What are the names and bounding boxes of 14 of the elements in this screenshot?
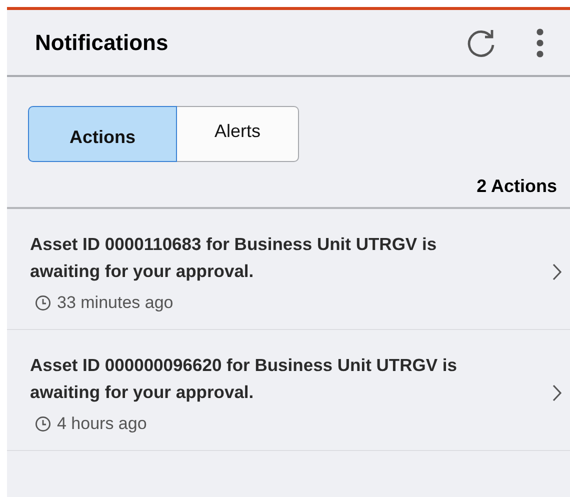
tab[interactable]: Alerts xyxy=(177,106,299,162)
notification-time: 4 hours ago xyxy=(57,414,147,434)
clock-icon xyxy=(35,295,51,311)
notification-time: 33 minutes ago xyxy=(57,293,174,313)
clock-icon xyxy=(35,416,51,432)
action-count: 2 Actions xyxy=(476,175,558,198)
chevron-right-icon xyxy=(552,384,562,402)
panel-title: Notifications xyxy=(35,30,170,56)
notification-item[interactable]: Asset ID 0000110683 for Business Unit UTRGV is awaiting for your approval. 33 minutes ago xyxy=(7,209,570,330)
chevron-right-icon xyxy=(552,263,562,281)
notification-item[interactable]: Asset ID 000000096620 for Business Unit UTRGV is awaiting for your approval. 4 hours ago xyxy=(7,330,570,451)
notification-message: Asset ID 000000096620 for Business Unit UTRGV is awaiting for your approval. xyxy=(30,354,458,404)
notification-message: Asset ID 0000110683 for Business Unit UTRGV is awaiting for your approval. xyxy=(30,233,438,283)
tab[interactable]: Actions xyxy=(28,106,177,162)
